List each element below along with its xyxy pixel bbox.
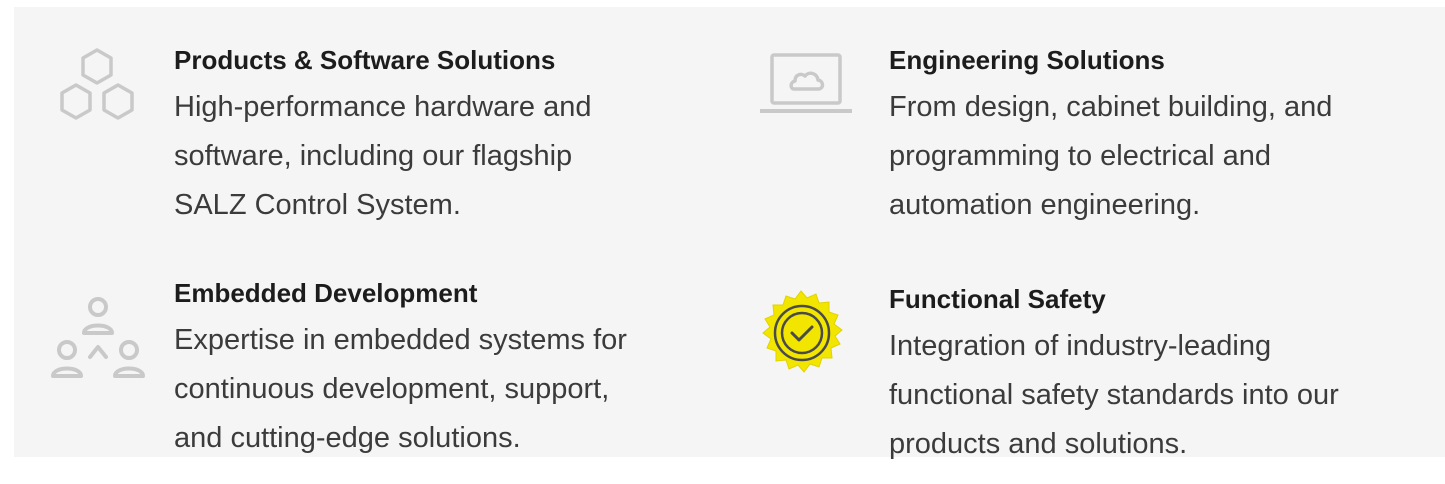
- feature-description: From design, cabinet building, and progr…: [889, 83, 1429, 230]
- feature-title: Engineering Solutions: [889, 45, 1165, 75]
- features-panel: Products & Software Solutions High-perfo…: [14, 7, 1445, 460]
- description-line: continuous development, support,: [174, 373, 610, 405]
- feature-description: High-performance hardware and software, …: [174, 83, 694, 230]
- certified-badge-icon: [756, 287, 848, 384]
- description-line: and cutting-edge solutions.: [174, 422, 521, 454]
- hexagons-icon: [54, 47, 140, 130]
- description-line: software, including our flagship: [174, 140, 573, 172]
- description-line: products and solutions.: [889, 428, 1188, 460]
- laptop-cloud-icon: [758, 51, 854, 126]
- description-line: From design, cabinet building, and: [889, 91, 1333, 123]
- description-line: functional safety standards into our: [889, 379, 1339, 411]
- feature-title: Products & Software Solutions: [174, 45, 556, 75]
- description-line: Integration of industry-leading: [889, 330, 1272, 362]
- feature-title: Functional Safety: [889, 284, 1106, 314]
- description-line: programming to electrical and: [889, 140, 1272, 172]
- description-line: SALZ Control System.: [174, 189, 461, 221]
- feature-description: Expertise in embedded systems for contin…: [174, 316, 714, 463]
- description-line: automation engineering.: [889, 189, 1201, 221]
- feature-title: Embedded Development: [174, 278, 478, 308]
- people-network-icon: [50, 295, 146, 384]
- feature-description: Integration of industry-leading function…: [889, 322, 1429, 469]
- description-line: High-performance hardware and: [174, 91, 592, 123]
- description-line: Expertise in embedded systems for: [174, 324, 627, 356]
